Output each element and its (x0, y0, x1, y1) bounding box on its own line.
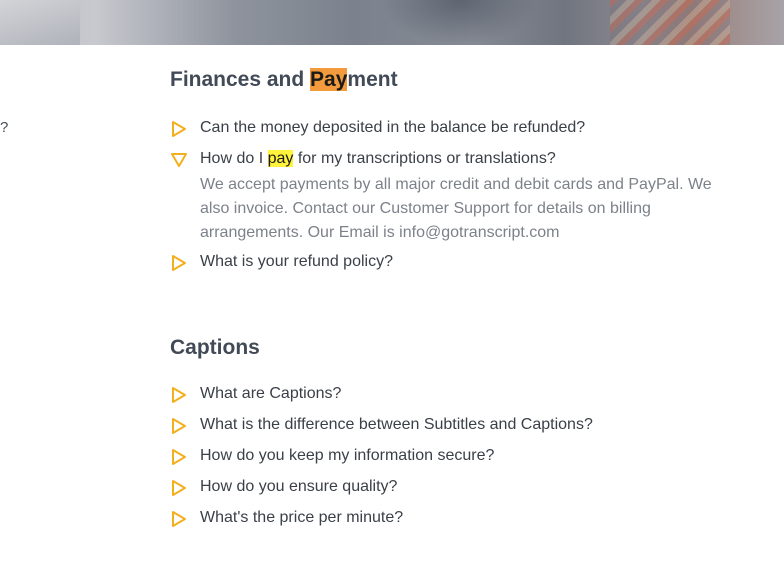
hero-banner-image (0, 0, 784, 45)
faq-item[interactable]: How do you keep my information secure? (170, 446, 494, 466)
faq-item[interactable]: What is your refund policy? (170, 252, 393, 272)
triangle-right-icon (172, 387, 186, 403)
hero-shape-center (380, 0, 540, 45)
faq-question[interactable]: What is the difference between Subtitles… (200, 415, 593, 435)
faq-item-expanded[interactable]: How do I pay for my transcriptions or tr… (170, 149, 740, 245)
faq-question[interactable]: How do you ensure quality? (200, 477, 397, 497)
faq-question-suffix: for my transcriptions or translations? (293, 150, 556, 167)
triangle-right-icon (172, 255, 186, 271)
triangle-right-icon (172, 449, 186, 465)
search-highlight: pay (267, 150, 294, 167)
triangle-right-icon (172, 121, 186, 137)
triangle-right-icon (172, 418, 186, 434)
section-title-prefix: Finances and (170, 68, 311, 91)
faq-item[interactable]: Can the money deposited in the balance b… (170, 118, 585, 138)
section-title-captions: Captions (170, 336, 260, 359)
faq-question[interactable]: What are Captions? (200, 384, 341, 404)
hero-shape-right (610, 0, 730, 45)
faq-item[interactable]: What are Captions? (170, 384, 341, 404)
faq-item[interactable]: What's the price per minute? (170, 508, 403, 528)
faq-page: ? Finances and Payment Can the money dep… (0, 0, 784, 581)
sidebar-fragment-text: ? (0, 119, 9, 136)
search-highlight: Pay (310, 68, 348, 91)
section-title-suffix: ment (347, 68, 398, 91)
faq-question[interactable]: Can the money deposited in the balance b… (200, 118, 585, 138)
hero-shape-left (0, 0, 80, 45)
triangle-right-icon (172, 511, 186, 527)
faq-question[interactable]: How do I pay for my transcriptions or tr… (200, 149, 740, 169)
faq-question[interactable]: What is your refund policy? (200, 252, 393, 272)
faq-question[interactable]: What's the price per minute? (200, 508, 403, 528)
faq-question-prefix: How do I (200, 150, 268, 167)
triangle-right-icon (172, 480, 186, 496)
faq-item[interactable]: How do you ensure quality? (170, 477, 397, 497)
faq-item[interactable]: What is the difference between Subtitles… (170, 415, 593, 435)
faq-answer: We accept payments by all major credit a… (200, 176, 712, 241)
section-title-finances: Finances and Payment (170, 68, 398, 92)
triangle-down-icon (171, 153, 187, 167)
faq-question[interactable]: How do you keep my information secure? (200, 446, 494, 466)
